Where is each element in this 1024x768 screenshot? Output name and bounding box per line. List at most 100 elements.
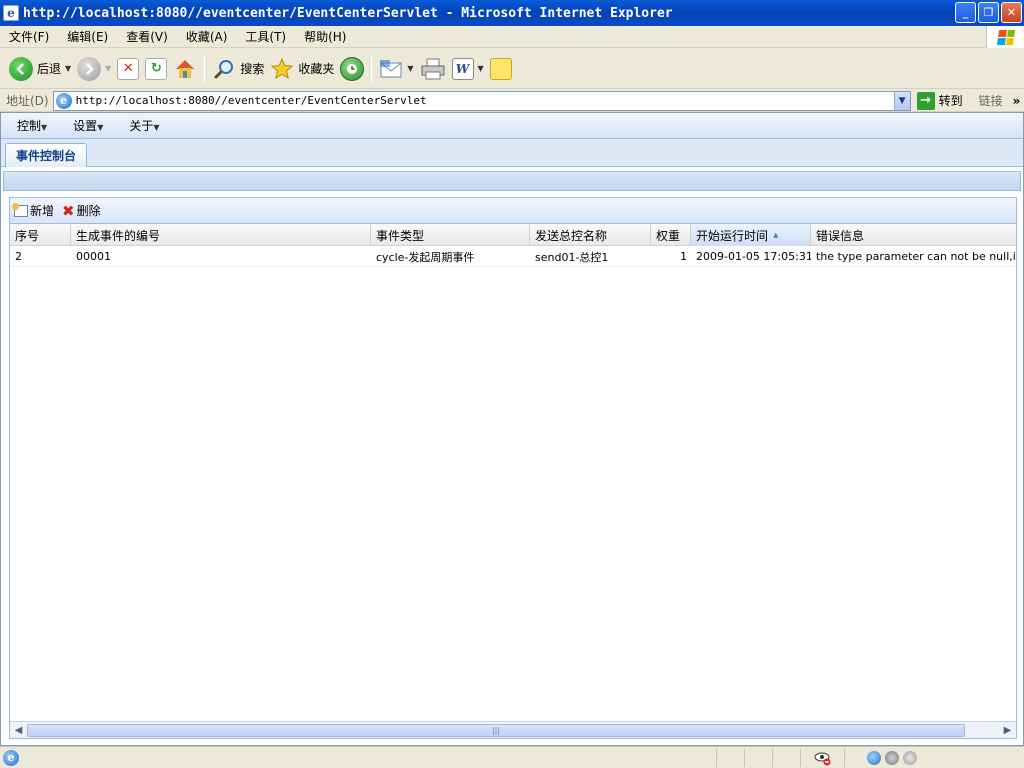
links-chevron-icon[interactable]: » [1013,94,1021,108]
column-header-controller-name[interactable]: 发送总控名称 [530,224,651,246]
go-arrow-icon: → [916,91,935,110]
column-header-start-time[interactable]: 开始运行时间 ▲ [691,224,811,246]
close-button[interactable]: ✕ [1001,2,1022,23]
column-header-error-info[interactable]: 错误信息 [811,224,1016,246]
printer-icon [421,58,445,79]
status-cell [772,748,800,767]
menu-file[interactable]: 文件(F) [0,28,58,45]
back-button[interactable]: 后退 ▼ [6,53,74,85]
chevron-down-icon: ▼ [41,123,48,132]
favorites-star-icon [271,57,294,79]
history-button[interactable] [337,53,367,85]
cell-controller-name: send01-总控1 [535,250,609,264]
address-input[interactable]: e http://localhost:8080//eventcenter/Eve… [52,90,911,111]
app-menu-settings[interactable]: 设置▼ [73,117,103,134]
column-header-event-id[interactable]: 生成事件的编号 [71,224,371,246]
tab-strip: 事件控制台 [1,139,1023,167]
privacy-eye-icon [814,752,830,765]
back-label: 后退 [37,62,62,76]
search-button[interactable]: 搜索 [209,53,267,85]
add-button[interactable]: 新增 [12,202,54,219]
scroll-right-icon[interactable]: ▶ [999,722,1016,738]
back-arrow-icon [9,56,33,81]
grid-toolbar: 新增 ✖ 删除 [10,198,1016,224]
home-button[interactable] [170,53,200,85]
home-icon [176,59,195,78]
address-bar: 地址(D) e http://localhost:8080//eventcent… [0,90,1024,112]
cell-event-type: cycle-发起周期事件 [376,250,475,264]
page-viewport: 控制▼ 设置▼ 关于▼ 事件控制台 新增 ✖ 删除 序号 生成事件的编号 事件类… [0,112,1024,746]
menu-help[interactable]: 帮助(H) [295,28,355,45]
search-icon [214,59,234,79]
column-header-index[interactable]: 序号 [10,224,71,246]
sticky-note-icon [489,57,512,80]
page-ie-icon: e [55,92,72,109]
horizontal-scrollbar[interactable]: ◀ ||| ▶ [10,721,1016,738]
delete-button[interactable]: ✖ 删除 [62,202,101,219]
menu-view[interactable]: 查看(V) [117,28,177,45]
refresh-icon: ↻ [145,57,168,80]
address-label: 地址(D) [6,94,49,108]
status-bar: e [0,746,1024,768]
search-label: 搜索 [240,62,265,76]
column-header-event-type[interactable]: 事件类型 [371,224,530,246]
app-menu-control[interactable]: 控制▼ [17,117,47,134]
address-dropdown-icon[interactable]: ▼ [893,91,910,110]
cell-weight: 1 [680,250,687,263]
help-icon [903,750,917,765]
chevron-down-icon: ▼ [97,123,104,132]
add-icon [12,202,28,217]
column-header-weight[interactable]: 权重 [651,224,691,246]
word-icon: W [451,57,474,80]
app-menu-control-label: 控制 [17,119,42,133]
app-menu-settings-label: 设置 [73,119,98,133]
mail-button[interactable]: ▼ [376,53,416,85]
sort-ascending-icon: ▲ [773,231,779,239]
stop-button[interactable]: ✕ [114,53,142,85]
stop-icon: ✕ [117,57,140,80]
delete-label: 删除 [76,204,101,218]
favorites-button[interactable]: 收藏夹 [267,53,337,85]
delete-icon: ✖ [62,201,75,220]
grid-header-row: 序号 生成事件的编号 事件类型 发送总控名称 权重 开始运行时间 ▲ 错误信息 [10,224,1016,246]
address-url[interactable]: http://localhost:8080//eventcenter/Event… [76,94,894,107]
favorites-label: 收藏夹 [298,62,335,76]
privacy-cell[interactable] [800,748,844,767]
discuss-button[interactable] [487,53,515,85]
cell-event-id: 00001 [76,250,111,263]
edit-word-button[interactable]: W ▼ [449,53,487,85]
restore-button[interactable]: ❐ [978,2,999,23]
cell-error-info: the type parameter can not be null,inter… [816,250,1016,263]
scrollbar-thumb[interactable]: ||| [27,723,965,737]
menu-edit[interactable]: 编辑(E) [58,28,117,45]
go-button[interactable]: → 转到 [916,91,963,110]
refresh-button[interactable]: ↻ [142,53,170,85]
cell-index: 2 [15,250,22,263]
table-row[interactable]: 2 00001 cycle-发起周期事件 send01-总控1 1 2009-0… [10,246,1016,267]
status-cell [716,748,744,767]
zone-cell[interactable] [844,748,1024,767]
mail-dropdown-icon[interactable]: ▼ [407,64,413,73]
app-menu-about-label: 关于 [129,119,154,133]
print-button[interactable] [417,53,449,85]
back-dropdown-icon[interactable]: ▼ [65,64,71,73]
edit-dropdown-icon[interactable]: ▼ [478,64,484,73]
menu-tools[interactable]: 工具(T) [236,28,295,45]
toolbar-separator [204,54,206,83]
window-title-bar[interactable]: e http://localhost:8080//eventcenter/Eve… [0,0,1024,26]
tab-event-console[interactable]: 事件控制台 [5,143,88,167]
forward-button[interactable]: ▼ [74,53,114,85]
scroll-left-icon[interactable]: ◀ [10,722,27,738]
ie-app-icon: e [3,5,19,21]
chevron-down-icon: ▼ [153,123,160,132]
links-label[interactable]: 链接 [979,92,1003,109]
menu-favorites[interactable]: 收藏(A) [177,28,237,45]
app-menu-about[interactable]: 关于▼ [129,117,159,134]
panel-header [3,171,1021,191]
go-label: 转到 [938,94,963,108]
forward-dropdown-icon[interactable]: ▼ [105,64,111,73]
history-clock-icon [340,56,365,81]
browser-toolbar: 后退 ▼ ▼ ✕ ↻ 搜索 收藏夹 ▼ W ▼ [0,49,1024,89]
minimize-button[interactable]: _ [955,2,976,23]
status-page-icon: e [3,749,19,766]
